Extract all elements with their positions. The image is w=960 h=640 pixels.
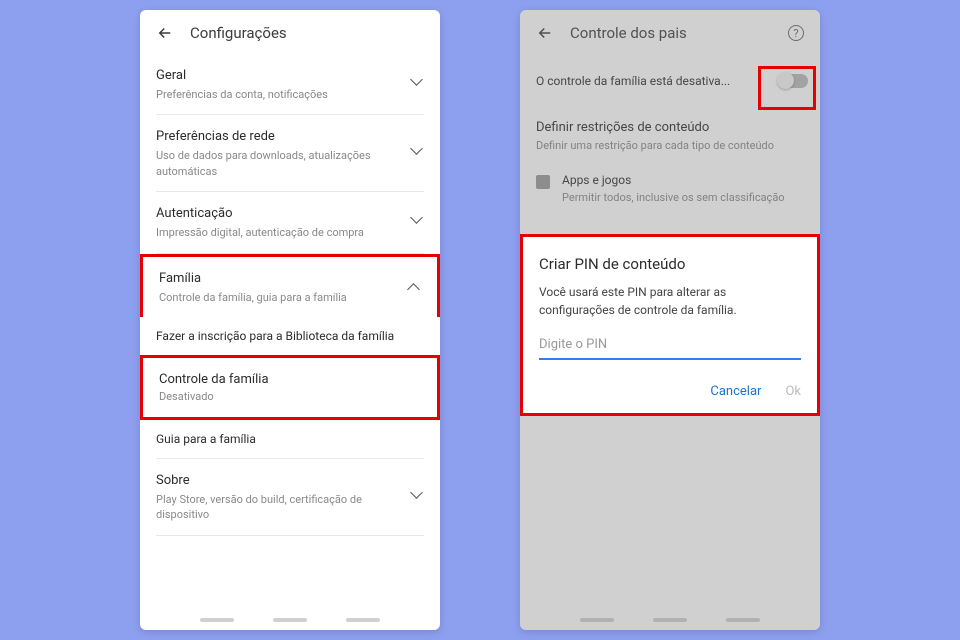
section-title: Autenticação [156,206,424,221]
sub-item-family-guide[interactable]: Guia para a família [156,420,424,459]
highlight-box [758,66,816,110]
section-general[interactable]: Geral Preferências da conta, notificaçõe… [156,54,424,115]
section-title: Preferências de rede [156,129,424,144]
dialog-body: Você usará este PIN para alterar as conf… [539,283,801,319]
sub-item-signup[interactable]: Fazer a inscrição para a Biblioteca da f… [140,317,440,355]
section-title: Sobre [156,473,424,488]
section-about[interactable]: Sobre Play Store, versão do build, certi… [156,459,424,536]
dialog-container: Criar PIN de conteúdo Você usará este PI… [520,234,820,416]
section-subtitle: Play Store, versão do build, certificaçã… [156,492,424,523]
bottom-nav [140,610,440,630]
nav-indicator [200,618,234,622]
section-subtitle: Impressão digital, autenticação de compr… [156,225,424,240]
cancel-button[interactable]: Cancelar [710,384,761,399]
sub-item-parental-control[interactable]: Controle da família Desativado [140,355,440,420]
page-title: Configurações [190,24,287,42]
section-subtitle: Uso de dados para downloads, atualizaçõe… [156,148,424,179]
section-family[interactable]: Família Controle da família, guia para a… [140,254,440,317]
sub-item-label: Fazer a inscrição para a Biblioteca da f… [156,329,424,343]
sub-item-label: Controle da família [159,372,421,387]
section-network[interactable]: Preferências de rede Uso de dados para d… [156,115,424,192]
nav-indicator [273,618,307,622]
chevron-up-icon [409,281,421,293]
sub-item-label: Guia para a família [156,432,424,446]
chevron-down-icon [412,491,424,503]
section-auth[interactable]: Autenticação Impressão digital, autentic… [156,192,424,253]
pin-input[interactable]: Digite o PIN [539,337,801,360]
ok-button[interactable]: Ok [785,384,801,399]
section-subtitle: Preferências da conta, notificações [156,87,424,102]
highlight-box: Criar PIN de conteúdo Você usará este PI… [520,234,820,416]
section-subtitle: Controle da família, guia para a família [159,290,421,305]
pin-dialog: Criar PIN de conteúdo Você usará este PI… [523,237,817,413]
section-title: Família [159,271,421,286]
chevron-down-icon [412,216,424,228]
chevron-down-icon [412,147,424,159]
back-arrow-icon[interactable] [156,24,174,42]
chevron-down-icon [412,78,424,90]
parental-control-screen: Controle dos pais ? O controle da famíli… [520,10,820,630]
section-title: Geral [156,68,424,83]
header: Configurações [140,10,440,54]
dialog-title: Criar PIN de conteúdo [539,255,801,273]
settings-screen: Configurações Geral Preferências da cont… [140,10,440,630]
nav-indicator [346,618,380,622]
dialog-actions: Cancelar Ok [539,384,801,399]
sub-item-status: Desativado [159,390,421,403]
